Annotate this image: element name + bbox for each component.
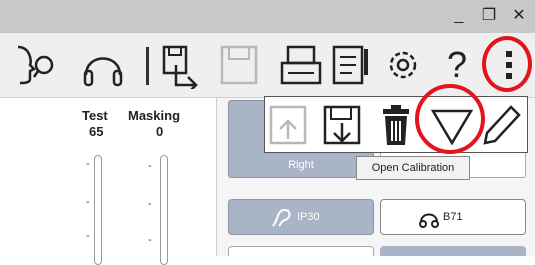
test-tick: - bbox=[86, 196, 90, 208]
masking-slider[interactable] bbox=[160, 155, 168, 265]
calibration-popup bbox=[264, 96, 528, 153]
test-value: 65 bbox=[89, 124, 104, 139]
next-row-button-selected[interactable] bbox=[380, 246, 526, 256]
load-disabled-icon[interactable] bbox=[267, 103, 309, 147]
masking-label: Masking bbox=[128, 108, 181, 123]
save-disabled-icon[interactable] bbox=[216, 41, 262, 89]
delete-icon[interactable] bbox=[375, 103, 417, 147]
save-calibration-icon[interactable] bbox=[321, 103, 363, 147]
highlight-ring-open-calibration bbox=[415, 84, 485, 154]
transducer-ip30-button[interactable]: IP30 bbox=[228, 199, 374, 235]
import-icon[interactable] bbox=[158, 41, 204, 89]
close-button[interactable]: ✕ bbox=[508, 6, 530, 26]
toolbar-separator bbox=[146, 47, 149, 85]
masking-value: 0 bbox=[156, 124, 164, 139]
levels-panel bbox=[0, 98, 217, 256]
restore-button[interactable]: ❐ bbox=[478, 6, 500, 26]
test-slider[interactable] bbox=[94, 155, 102, 265]
report-icon[interactable] bbox=[328, 41, 374, 89]
print-icon[interactable] bbox=[278, 41, 324, 89]
next-row-button[interactable] bbox=[228, 246, 374, 256]
speaker-face-icon[interactable] bbox=[8, 41, 54, 89]
minimize-button[interactable]: _ bbox=[448, 6, 470, 26]
ear-right-label: Right bbox=[288, 159, 314, 171]
gear-icon[interactable] bbox=[380, 41, 426, 89]
insert-earphone-icon bbox=[272, 208, 291, 227]
masking-tick: - bbox=[148, 198, 152, 210]
headphones-icon[interactable] bbox=[80, 41, 126, 89]
transducer-ip30-label: IP30 bbox=[297, 211, 320, 223]
test-label: Test bbox=[82, 108, 108, 123]
highlight-ring-more bbox=[482, 36, 532, 92]
edit-icon[interactable] bbox=[481, 103, 523, 147]
test-tick: - bbox=[86, 230, 90, 242]
test-tick: - bbox=[86, 158, 90, 170]
transducer-b71-label: B71 bbox=[443, 211, 463, 223]
title-bar: _ ❐ ✕ bbox=[0, 0, 535, 33]
bone-conductor-icon bbox=[419, 213, 439, 228]
masking-tick: - bbox=[148, 160, 152, 172]
open-calibration-tooltip: Open Calibration bbox=[356, 156, 470, 180]
transducer-b71-button[interactable]: B71 bbox=[380, 199, 526, 235]
help-icon[interactable]: ? bbox=[434, 41, 480, 89]
masking-tick: - bbox=[148, 234, 152, 246]
